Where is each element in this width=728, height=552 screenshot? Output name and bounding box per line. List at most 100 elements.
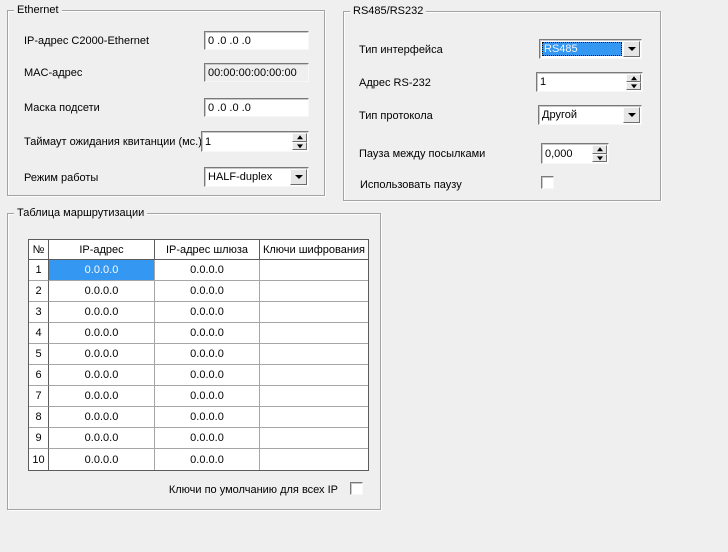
mac-address-label: MAC-адрес [24,67,82,80]
routing-cell-ip[interactable]: 0.0.0.0 [49,323,155,344]
routing-cell-gateway[interactable]: 0.0.0.0 [155,302,260,323]
mac-address-field: 00:00:00:00:00:00 [204,63,309,82]
default-keys-checkbox[interactable] [350,482,363,495]
protocol-type-label: Тип протокола [359,110,433,123]
chevron-down-icon[interactable] [623,41,640,57]
routing-cell-gateway[interactable]: 0.0.0.0 [155,281,260,302]
subnet-mask-label: Маска подсети [24,102,100,115]
table-row: 80.0.0.00.0.0.0 [29,407,368,428]
routing-cell-key[interactable] [260,281,368,302]
table-row: 40.0.0.00.0.0.0 [29,323,368,344]
rs232-address-spinner[interactable]: 1 [536,72,643,92]
routing-header-cell: IP-адрес шлюза [155,240,260,260]
table-row: 90.0.0.00.0.0.0 [29,428,368,449]
config-panel: { "colors": { "background": "#efefef", "… [0,0,728,552]
routing-cell-key[interactable] [260,365,368,386]
spin-up-button[interactable] [626,74,641,82]
routing-cell-gateway[interactable]: 0.0.0.0 [155,386,260,407]
table-row: 100.0.0.00.0.0.0 [29,449,368,470]
ethernet-group: Ethernet IP-адрес C2000-Ethernet 0 .0 .0… [7,10,325,196]
routing-cell-key[interactable] [260,344,368,365]
routing-table-header-row: №IP-адресIP-адрес шлюзаКлючи шифрования [29,240,368,260]
routing-cell-ip[interactable]: 0.0.0.0 [49,302,155,323]
routing-cell-n: 2 [29,281,49,302]
subnet-mask-input[interactable]: 0 .0 .0 .0 [204,98,309,117]
routing-cell-gateway[interactable]: 0.0.0.0 [155,428,260,449]
routing-cell-n: 6 [29,365,49,386]
timeout-value: 1 [205,132,291,151]
routing-cell-ip[interactable]: 0.0.0.0 [49,344,155,365]
table-row: 60.0.0.00.0.0.0 [29,365,368,386]
routing-header-cell: № [29,240,49,260]
routing-cell-gateway[interactable]: 0.0.0.0 [155,260,260,281]
subnet-mask-value: 0 .0 .0 .0 [208,99,306,116]
table-row: 70.0.0.00.0.0.0 [29,386,368,407]
mac-address-value: 00:00:00:00:00:00 [208,64,306,81]
routing-cell-key[interactable] [260,386,368,407]
timeout-label: Таймаут ожидания квитанции (мс.) [24,136,202,149]
table-row: 30.0.0.00.0.0.0 [29,302,368,323]
pause-label: Пауза между посылками [359,148,485,161]
table-row: 50.0.0.00.0.0.0 [29,344,368,365]
chevron-down-icon[interactable] [623,107,640,123]
spin-up-button[interactable] [592,145,607,154]
routing-cell-gateway[interactable]: 0.0.0.0 [155,323,260,344]
routing-cell-n: 9 [29,428,49,449]
routing-cell-key[interactable] [260,323,368,344]
routing-cell-key[interactable] [260,260,368,281]
routing-cell-n: 4 [29,323,49,344]
routing-cell-ip[interactable]: 0.0.0.0 [49,386,155,407]
ethernet-group-title: Ethernet [14,3,62,17]
spin-up-button[interactable] [292,133,307,142]
routing-cell-ip[interactable]: 0.0.0.0 [49,449,155,470]
routing-cell-key[interactable] [260,407,368,428]
protocol-type-combobox[interactable]: Другой [538,105,642,125]
work-mode-value: HALF-duplex [208,168,289,186]
table-row: 10.0.0.00.0.0.0 [29,260,368,281]
chevron-down-icon[interactable] [290,169,307,185]
protocol-type-value: Другой [542,106,622,124]
interface-type-value: RS485 [542,42,622,56]
rs232-address-value: 1 [540,73,625,91]
timeout-spin-buttons [292,133,307,150]
use-pause-label: Использовать паузу [360,179,462,192]
routing-cell-ip[interactable]: 0.0.0.0 [49,281,155,302]
routing-table: №IP-адресIP-адрес шлюзаКлючи шифрования1… [28,239,369,471]
default-keys-label: Ключи по умолчанию для всех IP [169,484,338,497]
routing-cell-n: 10 [29,449,49,470]
work-mode-combobox[interactable]: HALF-duplex [204,167,309,187]
routing-cell-key[interactable] [260,428,368,449]
pause-spin-buttons [592,145,607,162]
table-row: 20.0.0.00.0.0.0 [29,281,368,302]
routing-header-cell: IP-адрес [49,240,155,260]
routing-cell-n: 1 [29,260,49,281]
routing-cell-ip[interactable]: 0.0.0.0 [49,428,155,449]
rs485-rs232-group: RS485/RS232 Тип интерфейса RS485 Адрес R… [343,11,661,201]
timeout-spinner[interactable]: 1 [201,131,309,152]
routing-cell-ip[interactable]: 0.0.0.0 [49,365,155,386]
ip-address-input[interactable]: 0 .0 .0 .0 [204,31,309,50]
routing-cell-key[interactable] [260,449,368,470]
routing-cell-ip[interactable]: 0.0.0.0 [49,260,155,281]
routing-cell-key[interactable] [260,302,368,323]
routing-header-cell: Ключи шифрования [260,240,368,260]
routing-cell-n: 8 [29,407,49,428]
routing-cell-gateway[interactable]: 0.0.0.0 [155,365,260,386]
ip-address-value: 0 .0 .0 .0 [208,32,306,49]
spin-down-button[interactable] [592,154,607,163]
routing-cell-ip[interactable]: 0.0.0.0 [49,407,155,428]
routing-cell-gateway[interactable]: 0.0.0.0 [155,449,260,470]
pause-value: 0,000 [545,144,591,163]
spin-down-button[interactable] [626,82,641,90]
routing-cell-gateway[interactable]: 0.0.0.0 [155,407,260,428]
work-mode-label: Режим работы [24,172,98,185]
routing-group-title: Таблица маршрутизации [14,206,147,220]
interface-type-combobox[interactable]: RS485 [539,39,642,59]
spin-down-button[interactable] [292,142,307,151]
pause-spinner[interactable]: 0,000 [541,143,609,164]
use-pause-checkbox[interactable] [541,176,554,189]
ip-address-label: IP-адрес C2000-Ethernet [24,35,149,48]
rs485-group-title: RS485/RS232 [350,4,426,18]
routing-table-group: Таблица маршрутизации №IP-адресIP-адрес … [7,213,381,510]
routing-cell-gateway[interactable]: 0.0.0.0 [155,344,260,365]
